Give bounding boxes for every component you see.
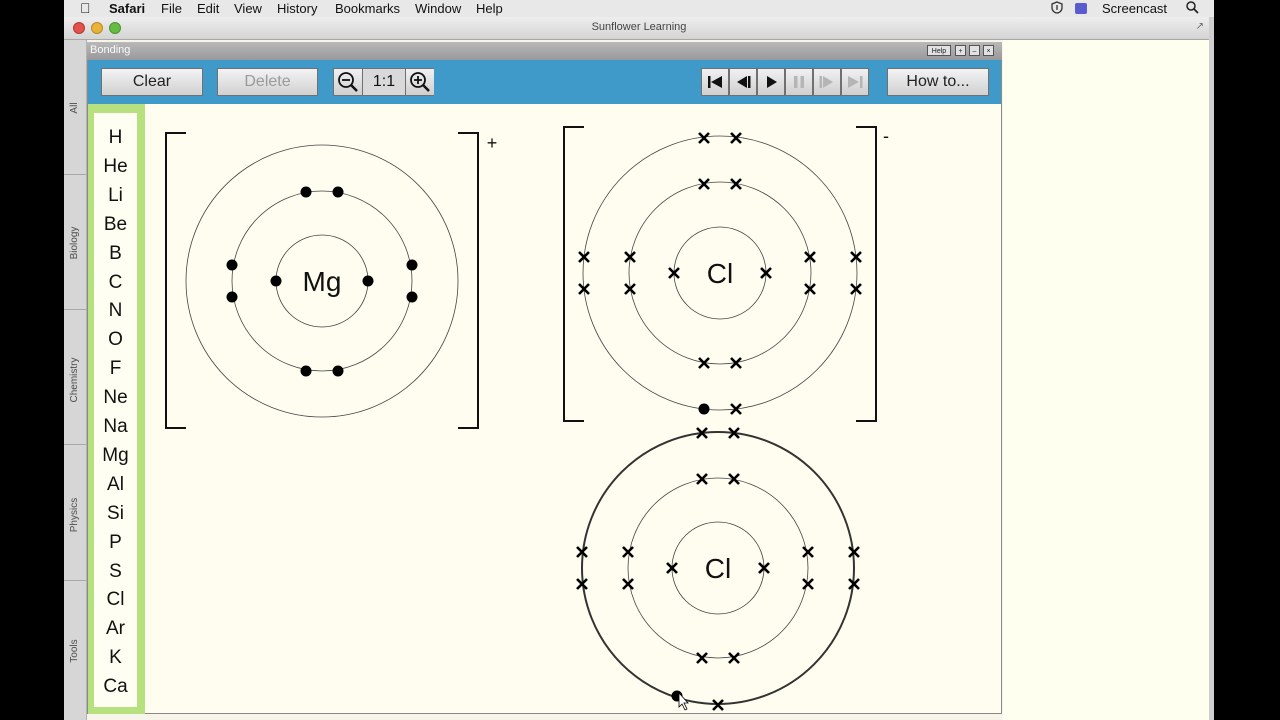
menu-bookmarks[interactable]: Bookmarks [335,1,400,16]
app-help-button[interactable]: Help [927,45,951,56]
apple-icon[interactable]:  [80,1,91,16]
electron-cross [802,546,814,558]
element-f[interactable]: F [94,358,137,380]
right-panel [1003,40,1209,720]
menu-window[interactable]: Window [415,1,461,16]
element-ca[interactable]: Ca [94,676,137,698]
side-tab-bar: All Biology Chemistry Physics Tools [64,40,87,720]
zoom-level[interactable]: 1:1 [363,69,405,95]
cl-right-bracket [856,126,877,422]
mg-ion[interactable]: + Mg [165,132,498,429]
element-ar[interactable]: Ar [94,618,137,640]
clear-button[interactable]: Clear [101,68,203,96]
window-edge [1209,17,1214,720]
spotlight-search-icon[interactable] [1186,1,1199,17]
element-c[interactable]: C [94,272,137,294]
electron-cross [728,652,740,664]
side-tab-all[interactable]: All [66,64,84,152]
element-ne[interactable]: Ne [94,387,137,409]
side-tab-chemistry[interactable]: Chemistry [66,336,84,424]
mg-symbol: Mg [303,266,342,297]
electron-cross [696,652,708,664]
menu-file[interactable]: File [161,1,182,16]
element-n[interactable]: N [94,300,137,322]
element-si[interactable]: Si [94,503,137,525]
zoom-out-icon[interactable] [334,69,363,95]
electron-cross [622,546,634,558]
menu-right-app[interactable]: Screencast [1102,1,1167,16]
electron-cross [622,578,634,590]
element-k[interactable]: K [94,647,137,669]
menu-edit[interactable]: Edit [197,1,219,16]
app-restore-button[interactable]: + [955,45,966,56]
menu-app-name[interactable]: Safari [109,1,145,16]
menu-help[interactable]: Help [476,1,503,16]
step-forward-icon[interactable] [813,68,841,96]
electron-cross [730,132,742,144]
cl-left-bracket [563,126,584,422]
play-icon[interactable] [757,68,785,96]
shield-icon[interactable] [1051,1,1063,17]
zoom-in-icon[interactable] [405,69,434,95]
side-tab-physics[interactable]: Physics [66,471,84,559]
element-s[interactable]: S [94,561,137,583]
cl-atom-symbol: Cl [705,553,731,584]
screencast-icon[interactable] [1075,3,1087,14]
step-back-icon[interactable] [729,68,757,96]
mg-right-bracket [458,132,479,429]
element-p[interactable]: P [94,532,137,554]
app-title: Bonding [90,44,131,56]
element-li[interactable]: Li [94,185,137,207]
delete-button[interactable]: Delete [217,68,318,96]
cl-ion[interactable]: - Cl [563,126,889,422]
electron-cross [802,578,814,590]
element-cl[interactable]: Cl [94,589,137,611]
window-title: Sunflower Learning [591,21,687,33]
how-to-button[interactable]: How to... [887,68,989,96]
skip-to-end-icon[interactable] [841,68,869,96]
app-close-button[interactable]: × [983,45,994,56]
element-mg[interactable]: Mg [94,445,137,467]
side-tab-tools[interactable]: Tools [66,607,84,695]
zoom-controls: 1:1 [333,68,434,96]
pause-icon[interactable] [785,68,813,96]
app-titlebar: Bonding Help + – × [87,42,1002,60]
window-titlebar: Sunflower Learning ↗ [64,17,1214,40]
element-he[interactable]: He [94,156,137,178]
toolbar: Clear Delete 1:1 How to... [88,60,1001,104]
cl-ion-transferred-electron [698,403,710,415]
electron-cross [712,699,724,711]
cl-atom[interactable]: Cl [576,427,860,711]
mg-charge: + [487,133,498,153]
app-minimize-button[interactable]: – [969,45,980,56]
fullscreen-icon[interactable]: ↗ [1196,21,1204,32]
menu-view[interactable]: View [234,1,262,16]
menubar:  Safari File Edit View History Bookmark… [64,0,1214,18]
cl-ion-symbol: Cl [707,258,733,289]
skip-to-start-icon[interactable] [701,68,729,96]
element-al[interactable]: Al [94,474,137,496]
side-tab-biology[interactable]: Biology [66,199,84,287]
menu-history[interactable]: History [277,1,317,16]
electron-cross [698,132,710,144]
element-o[interactable]: O [94,329,137,351]
element-h[interactable]: H [94,127,137,149]
mouse-cursor-icon [678,691,689,711]
element-na[interactable]: Na [94,416,137,438]
element-be[interactable]: Be [94,214,137,236]
cl-charge: - [883,126,889,146]
mg-left-bracket [165,132,186,429]
bonding-canvas[interactable]: + Mg - Cl Cl [145,104,1001,714]
element-b[interactable]: B [94,243,137,265]
